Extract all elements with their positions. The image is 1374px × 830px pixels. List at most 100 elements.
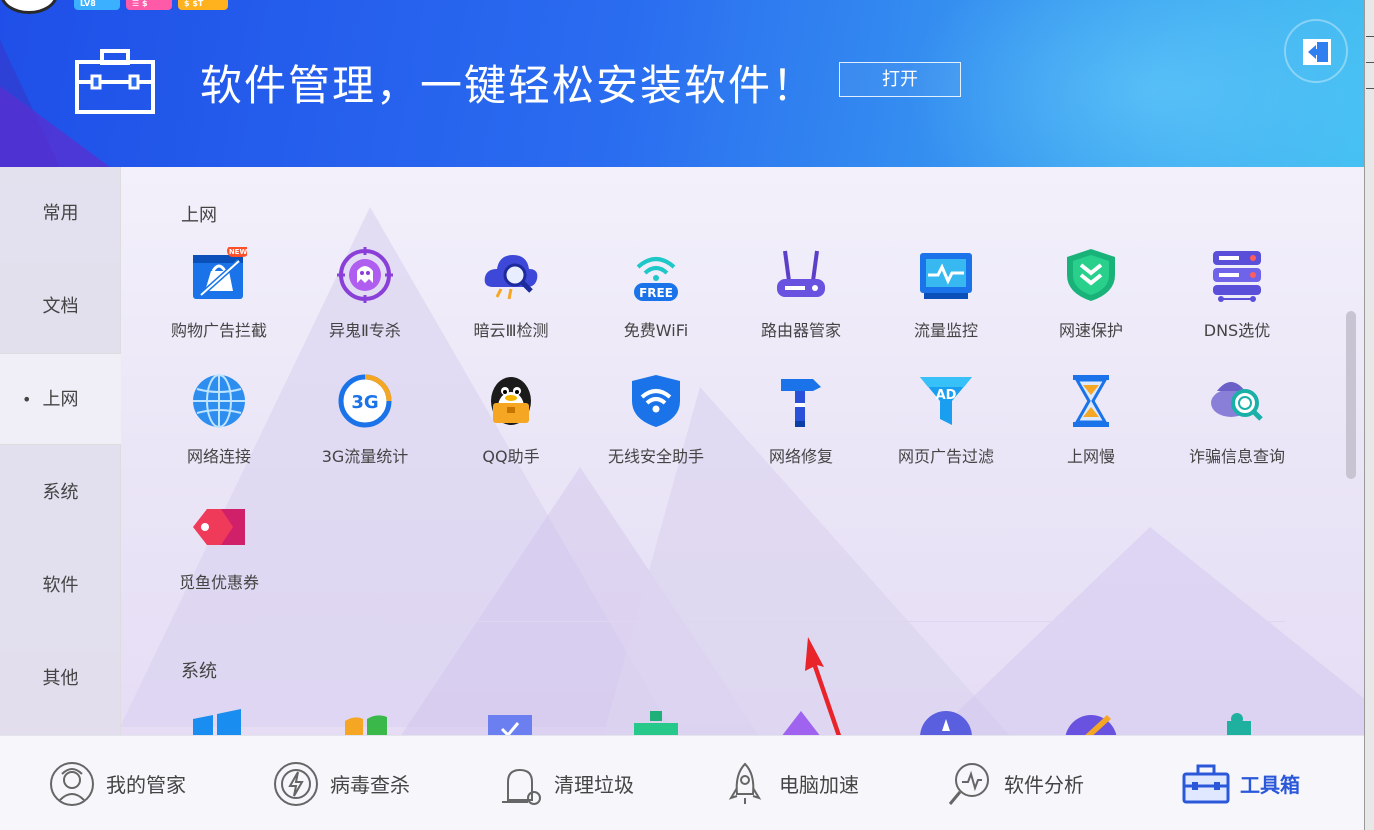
tool-label: 网页广告过滤 <box>897 447 994 466</box>
nav-label: 电脑加速 <box>779 773 859 797</box>
coin-badge[interactable]: $ $T <box>178 0 228 10</box>
vertical-scrollbar[interactable] <box>1346 311 1356 479</box>
traffic-monitor-icon <box>920 253 972 299</box>
wifi-shield-icon <box>632 375 680 427</box>
header-banner: LV8 ☰ $ $ $T 软件管理，一键轻松安装软件！ 打开 <box>0 0 1364 167</box>
windows-icon[interactable] <box>191 707 247 735</box>
member-badge[interactable]: ☰ $ <box>126 0 172 10</box>
tool-traffic-monitor[interactable]: 流量监控 <box>881 247 1011 357</box>
background-mountain <box>900 527 1364 735</box>
tool-label: 无线安全助手 <box>607 447 704 466</box>
banner-title: 软件管理，一键轻松安装软件！ <box>200 61 817 110</box>
clipboard-app-icon[interactable] <box>628 707 684 735</box>
tool-qq-helper[interactable]: QQ助手 <box>446 373 576 483</box>
vacuum-icon <box>502 768 541 805</box>
shopping-adblock-icon: NEW <box>193 247 247 299</box>
nav-label: 病毒查杀 <box>330 773 410 797</box>
svg-text:FREE: FREE <box>639 286 673 300</box>
level-badge[interactable]: LV8 <box>74 0 120 10</box>
section-title-internet: 上网 <box>181 205 217 226</box>
sidebar-item-common[interactable]: 常用 <box>0 168 121 260</box>
tool-coupon[interactable]: 觅鱼优惠券 <box>154 499 284 609</box>
speed-shield-icon <box>1067 249 1115 301</box>
tool-shopping-adblock[interactable]: NEW 购物广告拦截 <box>154 247 284 357</box>
nav-label: 软件分析 <box>1004 773 1084 797</box>
tool-label: 网络修复 <box>768 447 833 466</box>
software-analysis-icon <box>948 762 989 805</box>
toolbox-icon <box>1182 764 1230 803</box>
tool-label: 网络连接 <box>186 447 251 466</box>
tool-label: QQ助手 <box>482 447 540 466</box>
exit-button[interactable] <box>1284 19 1348 83</box>
tool-wifi-security[interactable]: 无线安全助手 <box>591 373 721 483</box>
open-button[interactable]: 打开 <box>839 62 961 97</box>
tool-label: 购物广告拦截 <box>170 321 267 340</box>
tool-label: 觅鱼优惠券 <box>178 573 259 592</box>
hammer-icon <box>781 379 821 427</box>
rocket-icon <box>728 762 762 804</box>
puzzle-app-icon[interactable] <box>1209 707 1265 735</box>
tool-label: 上网慢 <box>1066 447 1115 466</box>
section-title-system: 系统 <box>181 661 217 682</box>
nav-software-analysis[interactable]: 软件分析 <box>946 736 1084 830</box>
tool-network-connect[interactable]: 网络连接 <box>154 373 284 483</box>
new-badge: NEW <box>229 248 247 256</box>
bottom-navigation: 我的管家 病毒查杀 清理垃圾 电脑加速 软件分析 工具箱 <box>0 735 1364 830</box>
tool-webpage-adfilter[interactable]: AD 网页广告过滤 <box>881 373 1011 483</box>
tool-speed-protect[interactable]: 网速保护 <box>1026 247 1156 357</box>
sidebar-item-software[interactable]: 软件 <box>0 540 121 632</box>
toolbox-icon <box>75 49 155 114</box>
coupon-tag-icon <box>193 509 245 545</box>
tool-3g-traffic[interactable]: 3G 3G流量统计 <box>300 373 430 483</box>
hourglass-icon <box>1073 375 1109 427</box>
tool-label: 诈骗信息查询 <box>1188 447 1285 466</box>
tool-label: 3G流量统计 <box>321 447 409 466</box>
sidebar-item-other[interactable]: 其他 <box>0 633 121 725</box>
tool-label: DNS选优 <box>1203 321 1271 340</box>
dns-server-icon <box>1213 251 1261 302</box>
window-edge <box>1364 0 1374 830</box>
nav-toolbox[interactable]: 工具箱 <box>1182 736 1300 830</box>
tool-network-repair[interactable]: 网络修复 <box>736 373 866 483</box>
tool-label: 网速保护 <box>1058 321 1123 340</box>
virus-scan-icon <box>274 761 318 806</box>
user-avatar[interactable] <box>0 0 58 14</box>
free-wifi-icon: FREE <box>634 257 678 301</box>
brush-app-icon[interactable] <box>1063 707 1119 735</box>
nav-label: 工具箱 <box>1240 773 1300 797</box>
qq-penguin-icon <box>491 377 531 425</box>
nav-label: 清理垃圾 <box>554 773 634 797</box>
nav-my-butler[interactable]: 我的管家 <box>48 736 186 830</box>
annotation-arrow <box>805 637 842 735</box>
category-sidebar: 常用 文档 上网 系统 软件 其他 <box>0 167 121 735</box>
tool-label: 异鬼Ⅱ专杀 <box>329 321 401 340</box>
section-divider <box>181 621 1285 622</box>
rocket-app-icon[interactable] <box>918 707 974 735</box>
nav-pc-speedup[interactable]: 电脑加速 <box>721 736 859 830</box>
globe-icon <box>193 374 245 428</box>
tool-router-manager[interactable]: 路由器管家 <box>736 247 866 357</box>
sidebar-item-internet[interactable]: 上网 <box>0 353 121 446</box>
tool-cloud-detect[interactable]: 暗云Ⅲ检测 <box>446 247 576 357</box>
tool-label: 免费WiFi <box>623 321 689 340</box>
tool-label: 暗云Ⅲ检测 <box>473 321 549 340</box>
nav-virus-scan[interactable]: 病毒查杀 <box>272 736 410 830</box>
sidebar-item-system[interactable]: 系统 <box>0 447 121 539</box>
fraud-search-icon <box>1211 382 1263 421</box>
tool-dns-optimize[interactable]: DNS选优 <box>1172 247 1302 357</box>
cloud-search-icon <box>484 255 538 300</box>
nav-clean-junk[interactable]: 清理垃圾 <box>496 736 634 830</box>
checkbox-app-icon[interactable] <box>482 707 538 735</box>
router-icon <box>777 250 825 297</box>
tool-fraud-lookup[interactable]: 诈骗信息查询 <box>1172 373 1302 483</box>
svg-text:AD: AD <box>936 388 957 403</box>
sidebar-item-documents[interactable]: 文档 <box>0 261 121 353</box>
tool-ghost-killer[interactable]: 异鬼Ⅱ专杀 <box>300 247 430 357</box>
tool-free-wifi[interactable]: FREE 免费WiFi <box>591 247 721 357</box>
nav-label: 我的管家 <box>106 773 186 797</box>
tool-slow-internet[interactable]: 上网慢 <box>1026 373 1156 483</box>
exit-icon <box>1303 39 1331 65</box>
windows-flag-icon[interactable] <box>337 707 393 735</box>
ghost-target-icon <box>337 247 393 303</box>
svg-text:3G: 3G <box>351 392 378 413</box>
